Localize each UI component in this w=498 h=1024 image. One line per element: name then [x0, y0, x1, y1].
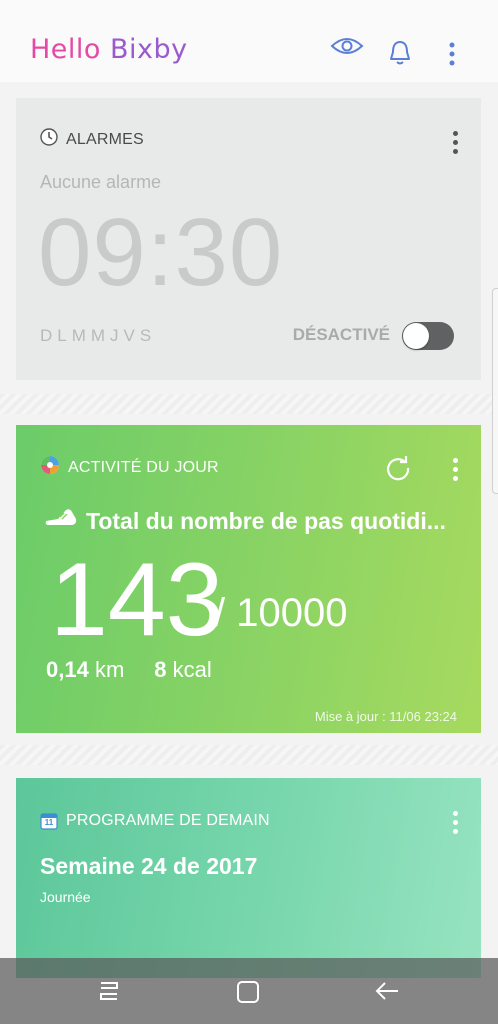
week-subtitle: Journée — [40, 889, 91, 905]
app-title-bixby: Bixby — [110, 34, 188, 65]
schedule-card[interactable]: 11 PROGRAMME DE DEMAIN Semaine 24 de 201… — [16, 778, 481, 978]
home-icon[interactable] — [236, 980, 260, 1009]
activity-card-header: ACTIVITÉ DU JOUR — [40, 455, 219, 480]
alarm-subtitle: Aucune alarme — [40, 172, 162, 192]
activity-card[interactable]: ACTIVITÉ DU JOUR Total du nombre de pas … — [16, 425, 481, 733]
alarm-card-header: ALARMES — [40, 128, 144, 151]
calories: 8 kcal — [154, 657, 212, 683]
app-header: Hello Bixby — [0, 0, 498, 82]
distance-value: 0,14 — [46, 657, 89, 682]
clock-icon — [40, 128, 58, 151]
steps-title: Total du nombre de pas quotidi... — [44, 507, 446, 535]
alarm-card-title: ALARMES — [66, 130, 144, 148]
divider — [0, 394, 498, 414]
steps-label: Total du nombre de pas quotidi... — [86, 507, 446, 534]
more-vert-icon[interactable] — [448, 42, 456, 71]
navigation-bar — [0, 958, 498, 1024]
more-vert-icon[interactable] — [453, 811, 459, 838]
eye-icon[interactable] — [330, 36, 364, 61]
steps-count: 143 — [50, 542, 224, 658]
calendar-icon: 11 — [40, 812, 58, 830]
alarm-status: DÉSACTIVÉ — [292, 325, 390, 344]
edge-panel-handle[interactable] — [492, 288, 498, 494]
more-vert-icon[interactable] — [453, 458, 459, 485]
shoe-icon — [44, 507, 78, 535]
last-updated: Mise à jour : 11/06 23:24 — [314, 709, 457, 724]
app-title: Hello Bixby — [30, 34, 188, 65]
toggle-knob — [403, 323, 429, 349]
alarm-toggle[interactable] — [402, 322, 454, 350]
app-title-hello: Hello — [30, 34, 111, 65]
calories-value: 8 — [154, 657, 167, 682]
recent-apps-icon[interactable] — [97, 980, 121, 1007]
alarm-days: DLMMJVS — [40, 326, 157, 345]
back-icon[interactable] — [374, 980, 400, 1007]
schedule-card-header: 11 PROGRAMME DE DEMAIN — [40, 812, 270, 830]
week-title: Semaine 24 de 2017 — [40, 853, 258, 879]
activity-stats: 0,14 km 8 kcal — [46, 657, 212, 683]
distance-unit: km — [94, 657, 125, 682]
more-vert-icon[interactable] — [453, 131, 459, 158]
calories-unit: kcal — [172, 657, 212, 682]
divider — [0, 745, 498, 765]
refresh-icon[interactable] — [385, 455, 411, 486]
distance: 0,14 km — [46, 657, 124, 683]
steps-goal: / 10000 — [214, 591, 348, 635]
bell-icon[interactable] — [388, 40, 412, 71]
alarm-card[interactable]: ALARMES Aucune alarme 09:30 DLMMJVS DÉSA… — [16, 98, 481, 380]
activity-app-icon — [40, 455, 60, 480]
schedule-card-title: PROGRAMME DE DEMAIN — [66, 812, 270, 829]
calendar-icon-day: 11 — [44, 818, 54, 827]
activity-card-title: ACTIVITÉ DU JOUR — [68, 458, 219, 476]
alarm-time[interactable]: 09:30 — [38, 198, 283, 308]
